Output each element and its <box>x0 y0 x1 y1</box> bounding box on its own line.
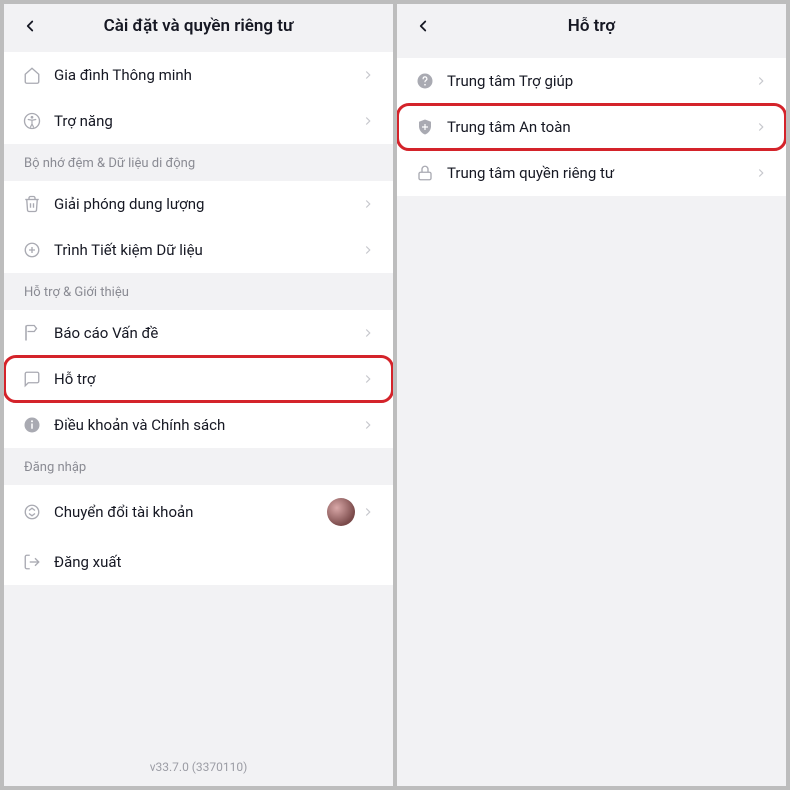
chevron-right-icon <box>361 114 375 128</box>
item-terms-policies[interactable]: Điều khoản và Chính sách <box>4 402 393 448</box>
chevron-right-icon <box>754 120 768 134</box>
section-support: Hỗ trợ & Giới thiệu <box>4 273 393 310</box>
item-data-saver[interactable]: Trình Tiết kiệm Dữ liệu <box>4 227 393 273</box>
item-safety-center[interactable]: Trung tâm An toàn <box>397 104 786 150</box>
chevron-right-icon <box>754 166 768 180</box>
item-label: Chuyển đổi tài khoản <box>54 503 327 521</box>
chevron-right-icon <box>361 68 375 82</box>
logout-icon <box>22 552 42 572</box>
chat-icon <box>22 369 42 389</box>
item-label: Báo cáo Vấn đề <box>54 324 361 342</box>
item-switch-account[interactable]: Chuyển đổi tài khoản <box>4 485 393 539</box>
group-support-items: Trung tâm Trợ giúp Trung tâm An toàn Tru… <box>397 58 786 196</box>
item-support[interactable]: Hỗ trợ <box>4 356 393 402</box>
group-cache: Giải phóng dung lượng Trình Tiết kiệm Dữ… <box>4 181 393 273</box>
chevron-right-icon <box>361 505 375 519</box>
datasaver-icon <box>22 240 42 260</box>
section-cache: Bộ nhớ đệm & Dữ liệu di động <box>4 144 393 181</box>
header-left: Cài đặt và quyền riêng tư <box>4 4 393 52</box>
item-label: Trung tâm An toàn <box>447 118 754 136</box>
item-label: Gia đình Thông minh <box>54 66 361 84</box>
switch-account-icon <box>22 502 42 522</box>
group-support: Báo cáo Vấn đề Hỗ trợ Điều khoản và Chín… <box>4 310 393 448</box>
header-right: Hỗ trợ <box>397 4 786 52</box>
chevron-right-icon <box>754 74 768 88</box>
chevron-right-icon <box>361 197 375 211</box>
avatar <box>327 498 355 526</box>
section-login: Đăng nhập <box>4 448 393 485</box>
page-title: Cài đặt và quyền riêng tư <box>18 16 379 36</box>
chevron-right-icon <box>361 418 375 432</box>
support-screen: Hỗ trợ Trung tâm Trợ giúp Trung tâm An t… <box>397 4 786 786</box>
group-login: Chuyển đổi tài khoản Đăng xuất <box>4 485 393 585</box>
item-logout[interactable]: Đăng xuất <box>4 539 393 585</box>
item-free-space[interactable]: Giải phóng dung lượng <box>4 181 393 227</box>
flag-icon <box>22 323 42 343</box>
version-label: v33.7.0 (3370110) <box>4 742 393 786</box>
item-smart-family[interactable]: Gia đình Thông minh <box>4 52 393 98</box>
item-privacy-center[interactable]: Trung tâm quyền riêng tư <box>397 150 786 196</box>
info-icon <box>22 415 42 435</box>
item-label: Đăng xuất <box>54 553 375 571</box>
group-general: Gia đình Thông minh Trợ năng <box>4 52 393 144</box>
chevron-right-icon <box>361 326 375 340</box>
help-icon <box>415 71 435 91</box>
trash-icon <box>22 194 42 214</box>
chevron-right-icon <box>361 372 375 386</box>
lock-icon <box>415 163 435 183</box>
shield-icon <box>415 117 435 137</box>
item-label: Trung tâm Trợ giúp <box>447 72 754 90</box>
item-accessibility[interactable]: Trợ năng <box>4 98 393 144</box>
item-help-center[interactable]: Trung tâm Trợ giúp <box>397 58 786 104</box>
item-label: Trung tâm quyền riêng tư <box>447 164 754 182</box>
item-label: Trợ năng <box>54 112 361 130</box>
item-label: Hỗ trợ <box>54 370 361 388</box>
settings-screen: Cài đặt và quyền riêng tư Gia đình Thông… <box>4 4 393 786</box>
item-report-problem[interactable]: Báo cáo Vấn đề <box>4 310 393 356</box>
page-title: Hỗ trợ <box>411 16 772 36</box>
item-label: Điều khoản và Chính sách <box>54 416 361 434</box>
home-icon <box>22 65 42 85</box>
accessibility-icon <box>22 111 42 131</box>
item-label: Trình Tiết kiệm Dữ liệu <box>54 241 361 259</box>
chevron-right-icon <box>361 243 375 257</box>
item-label: Giải phóng dung lượng <box>54 195 361 213</box>
